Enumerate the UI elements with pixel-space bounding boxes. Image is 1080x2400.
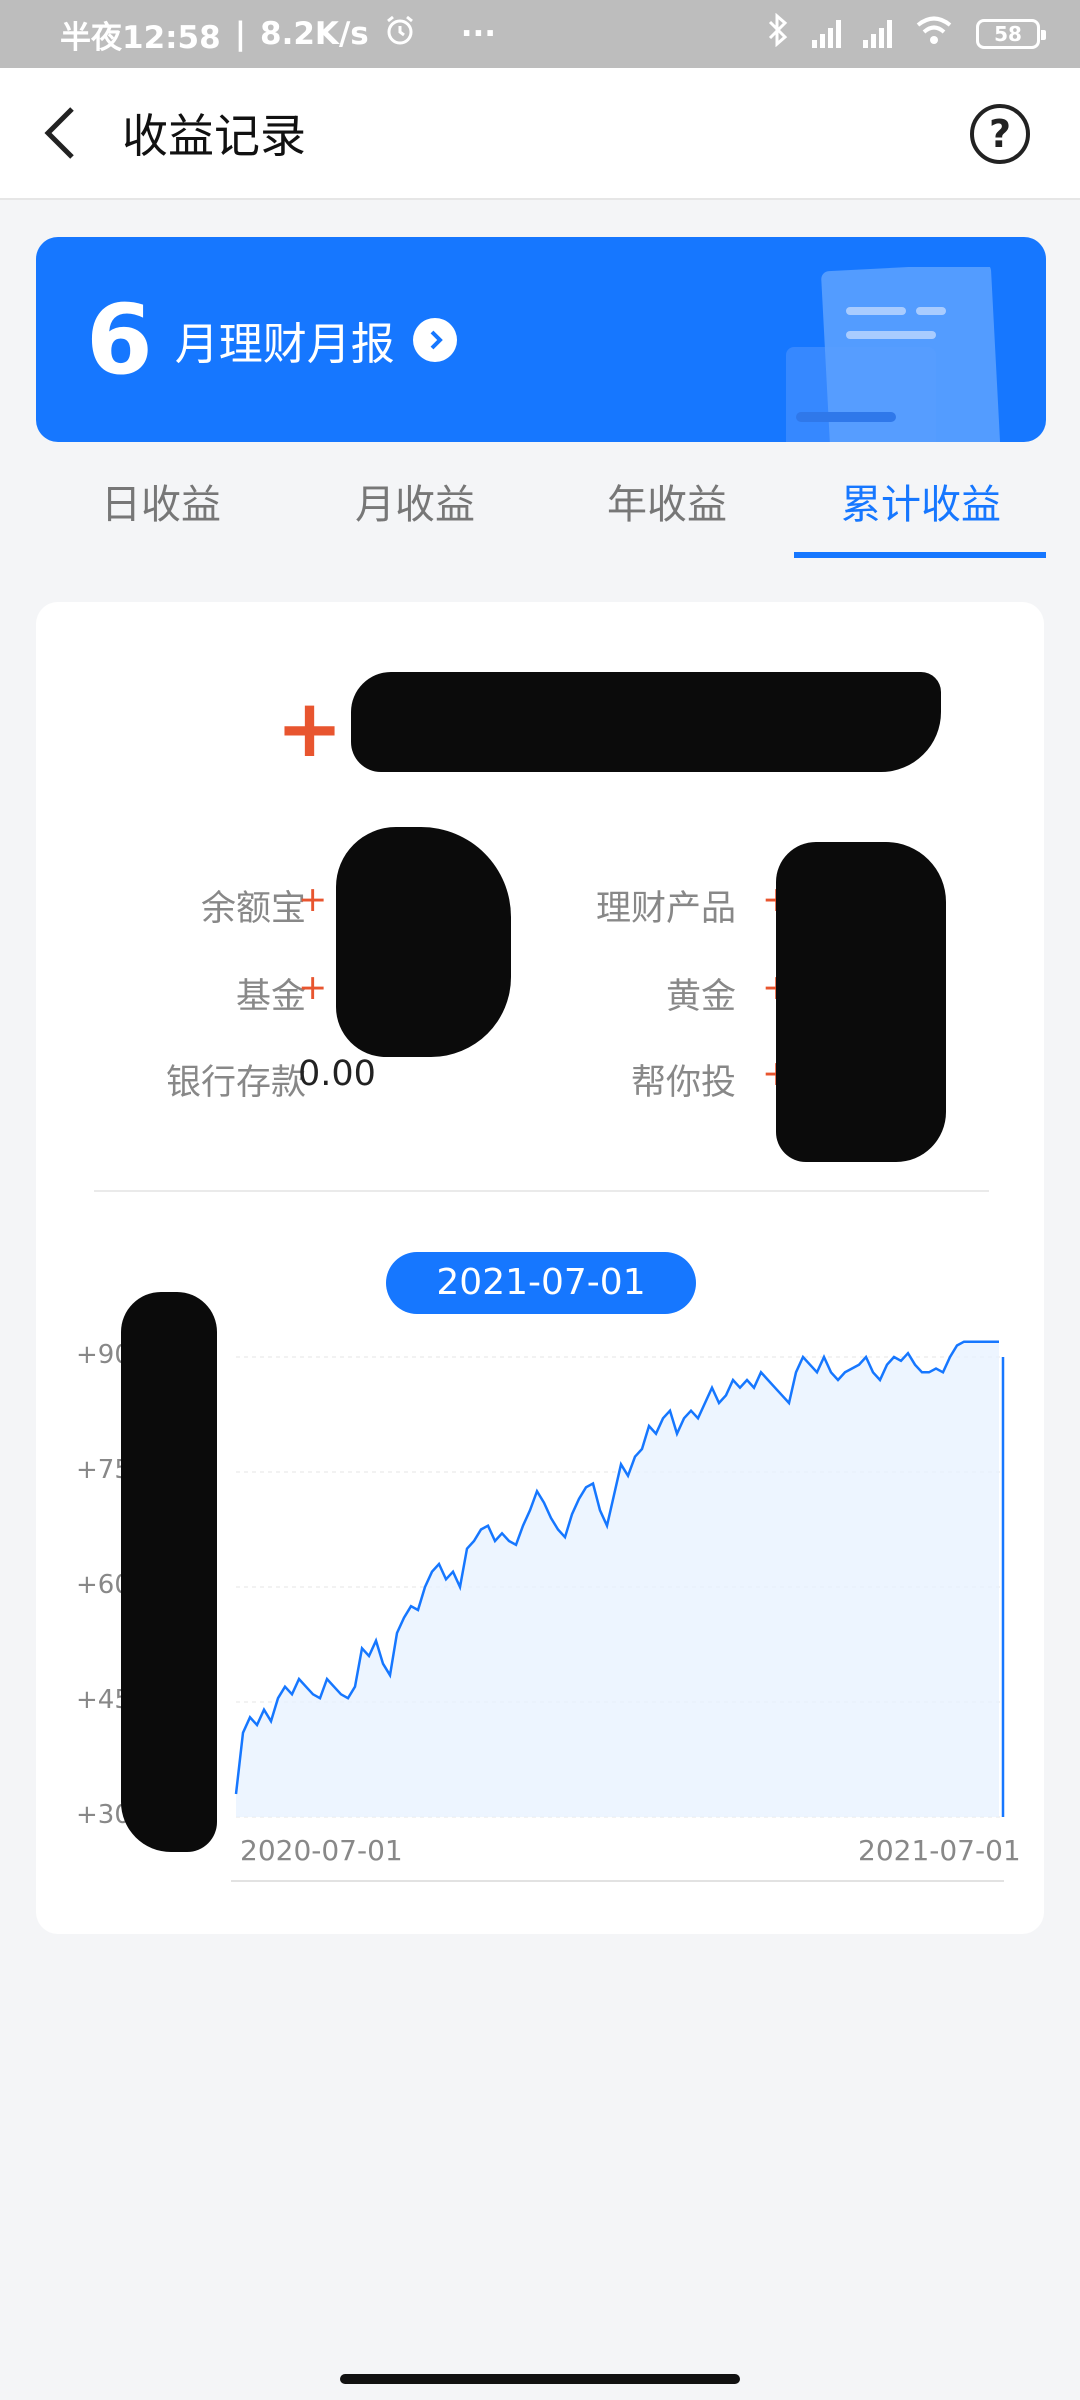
banner-text: 月理财月报 bbox=[174, 318, 395, 370]
network-speed: 8.2K/s bbox=[260, 16, 369, 52]
status-separator: | bbox=[234, 16, 247, 52]
battery-icon: 58 bbox=[976, 19, 1046, 49]
home-indicator[interactable] bbox=[340, 2374, 740, 2384]
back-button[interactable] bbox=[0, 67, 120, 199]
redacted-total bbox=[351, 672, 941, 772]
earnings-tabs: 日收益 月收益 年收益 累计收益 bbox=[0, 470, 1080, 560]
help-button[interactable]: ? bbox=[970, 104, 1030, 164]
chart-area bbox=[236, 1341, 999, 1817]
question-icon: ? bbox=[988, 112, 1012, 156]
label-yuebao: 余额宝 bbox=[200, 889, 306, 929]
tab-yearly[interactable]: 年收益 bbox=[542, 470, 792, 560]
redacted-right-values bbox=[776, 842, 946, 1162]
earnings-card: + 余额宝 + 理财产品 + 基金 + 黄金 + 银行存款 0.00 帮你投 +… bbox=[36, 602, 1044, 1934]
alarm-icon bbox=[383, 13, 417, 55]
chevron-right-icon bbox=[412, 317, 457, 362]
tab-daily[interactable]: 日收益 bbox=[36, 470, 286, 560]
value-yuebao: + bbox=[298, 880, 328, 920]
status-time: 半夜12:58 bbox=[60, 19, 221, 56]
label-wealth-products: 理财产品 bbox=[595, 889, 736, 929]
divider bbox=[94, 1190, 989, 1192]
page-title: 收益记录 bbox=[122, 109, 306, 163]
tab-cumulative[interactable]: 累计收益 bbox=[796, 470, 1046, 560]
label-fund: 基金 bbox=[235, 977, 306, 1017]
redacted-left-values bbox=[336, 827, 511, 1057]
signal-icon-1 bbox=[812, 20, 841, 48]
label-bank-deposit: 银行存款 bbox=[165, 1063, 306, 1103]
wifi-icon bbox=[914, 14, 954, 54]
bluetooth-icon bbox=[766, 12, 790, 55]
signal-icon-2 bbox=[863, 20, 892, 48]
label-help-invest: 帮你投 bbox=[630, 1063, 736, 1103]
x-end-label: 2021-07-01 bbox=[858, 1834, 1021, 1867]
nav-bar: 收益记录 ? bbox=[0, 68, 1080, 200]
active-tab-indicator bbox=[794, 552, 1046, 558]
chevron-left-icon bbox=[44, 107, 74, 159]
status-bar: 半夜12:58 | 8.2K/s ··· 58 bbox=[0, 0, 1080, 68]
monthly-report-banner[interactable]: 6 月理财月报 bbox=[36, 237, 1046, 442]
label-gold: 黄金 bbox=[665, 977, 736, 1017]
selected-date-badge: 2021-07-01 bbox=[386, 1252, 696, 1314]
battery-level: 58 bbox=[994, 22, 1022, 46]
redacted-y-axis-values bbox=[121, 1292, 217, 1852]
more-notifications-icon: ··· bbox=[460, 16, 497, 52]
x-start-label: 2020-07-01 bbox=[240, 1834, 403, 1867]
tab-monthly[interactable]: 月收益 bbox=[290, 470, 540, 560]
total-earnings-sign: + bbox=[276, 682, 344, 775]
banner-month-number: 6 bbox=[86, 283, 153, 396]
value-fund: + bbox=[298, 968, 328, 1008]
value-bank-deposit: 0.00 bbox=[298, 1054, 376, 1094]
report-illustration-icon bbox=[786, 267, 1001, 442]
